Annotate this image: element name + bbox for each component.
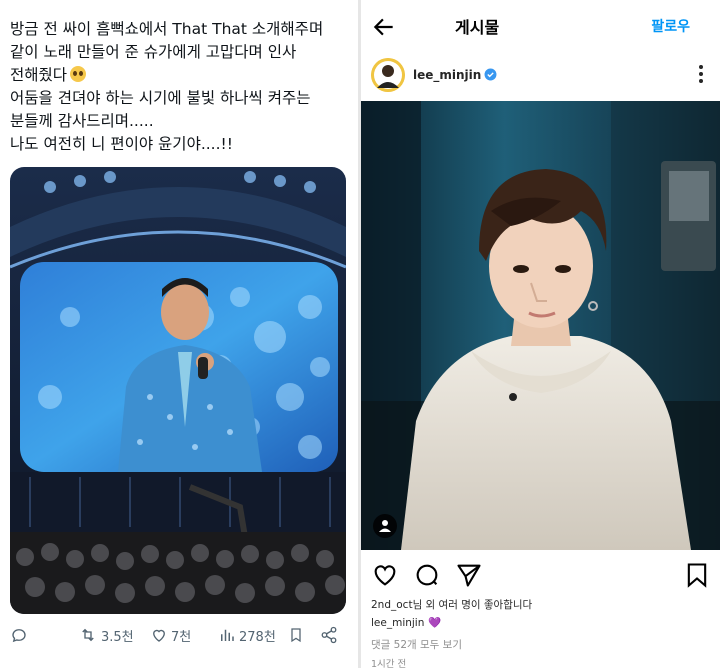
tweet-line-text: 같이 노래 만들어 준 슈가에게 고맙다며 인사 [10, 43, 297, 61]
instagram-panel: 게시물 팔로우 lee_minjin 2nd_oct님 외 여러 명이 좋아합니… [361, 0, 720, 668]
retweet-count: 3.5천 [101, 629, 134, 645]
verified-badge-icon [484, 68, 497, 81]
share-icon [321, 626, 337, 644]
tweet-line: 전해줬다 [10, 64, 352, 87]
tweet-line: 분들께 감사드리며..... [10, 112, 154, 130]
views-button[interactable]: 278천 [218, 622, 276, 648]
tweet-panel: 방금 전 싸이 흠뻑쇼에서 That That 소개해주며 같이 노래 만들어 … [0, 0, 358, 668]
post-author-row: lee_minjin [361, 58, 720, 96]
avatar[interactable] [371, 58, 405, 92]
person-tag-icon [379, 520, 391, 532]
heart-icon[interactable] [371, 561, 399, 589]
more-options-icon[interactable] [698, 64, 704, 84]
tweet-line: 방금 전 싸이 흠뻑쇼에서 That That 소개해주며 [10, 20, 324, 38]
reply-icon [12, 629, 26, 643]
post-action-bar [361, 561, 720, 589]
likes-summary[interactable]: 2nd_oct님 외 여러 명이 좋아합니다 [371, 597, 532, 612]
tweet-line: 어둠을 견뎌야 하는 시기에 불빛 하나씩 켜주는 [10, 89, 311, 107]
reply-button[interactable] [10, 622, 28, 648]
tweet-line-text: 전해줬다 [10, 66, 68, 84]
purple-heart-emoji: 💜 [428, 617, 442, 629]
tweet-text: 방금 전 싸이 흠뻑쇼에서 That That 소개해주며 같이 노래 만들어 … [10, 18, 352, 156]
avatar-image [371, 58, 405, 92]
like-count: 7천 [171, 629, 192, 645]
save-bookmark-icon[interactable] [683, 561, 711, 589]
tweet-line: 나도 여전히 니 편이야 윤기야....!! [10, 135, 233, 153]
tagged-people-button[interactable] [373, 514, 397, 538]
bookmark-button[interactable] [288, 622, 304, 648]
comment-icon[interactable] [413, 561, 441, 589]
pleading-face-emoji-icon [70, 66, 87, 82]
tweet-action-bar: 3.5천 7천 278천 [10, 622, 350, 648]
bookmark-icon [291, 628, 301, 643]
ig-header: 게시물 팔로우 [361, 0, 720, 52]
send-icon[interactable] [455, 561, 483, 589]
concert-photo [10, 167, 346, 614]
post-username[interactable]: lee_minjin [413, 68, 481, 82]
portrait-image [361, 101, 720, 550]
views-chart-icon [221, 629, 234, 641]
back-arrow-icon[interactable] [371, 14, 397, 40]
post-photo[interactable] [361, 101, 720, 550]
share-button[interactable] [320, 622, 338, 648]
caption-username[interactable]: lee_minjin [371, 617, 424, 629]
tweet-line: 같이 노래 만들어 준 슈가에게 고맙다며 인사 [10, 41, 352, 64]
heart-icon [153, 629, 165, 642]
view-all-comments-link[interactable]: 댓글 52개 모두 보기 [371, 637, 462, 652]
retweet-icon [82, 628, 94, 642]
tweet-media-image[interactable] [10, 167, 346, 614]
caption: lee_minjin 💜 [371, 616, 442, 630]
page-title: 게시물 [455, 18, 500, 37]
follow-button[interactable]: 팔로우 [651, 16, 690, 36]
retweet-button[interactable]: 3.5천 [78, 622, 134, 648]
view-count: 278천 [239, 629, 276, 645]
post-timestamp: 1시간 전 [371, 659, 407, 668]
like-button[interactable]: 7천 [150, 622, 191, 648]
